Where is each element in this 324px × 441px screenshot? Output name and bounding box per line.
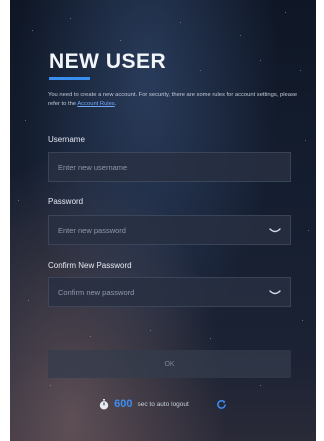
page-title: NEW USER [49, 50, 167, 73]
confirm-password-input[interactable] [49, 278, 290, 306]
username-input[interactable] [49, 153, 290, 181]
logout-label: sec to auto logout [137, 400, 189, 408]
logout-countdown: 600 [114, 398, 133, 410]
username-field-box [48, 152, 291, 182]
description-end: . [114, 100, 117, 107]
ok-button[interactable]: OK [48, 350, 291, 378]
title-underline [49, 77, 90, 80]
eye-closed-icon[interactable] [269, 289, 281, 297]
refresh-icon[interactable] [216, 399, 227, 410]
username-label: Username [48, 135, 85, 144]
account-rules-link[interactable]: Account Rules [77, 101, 114, 107]
confirm-password-label: Confirm New Password [48, 261, 132, 270]
confirm-password-field-box [48, 277, 291, 307]
password-label: Password [48, 197, 84, 206]
description: You need to create a new account. For se… [48, 91, 298, 108]
password-input[interactable] [49, 216, 290, 244]
eye-closed-icon[interactable] [269, 227, 281, 235]
auto-logout-timer: 600 sec to auto logout [10, 396, 316, 412]
stopwatch-icon [99, 398, 109, 409]
login-screen: NEW USER You need to create a new accoun… [10, 0, 316, 441]
password-field-box [48, 215, 291, 245]
